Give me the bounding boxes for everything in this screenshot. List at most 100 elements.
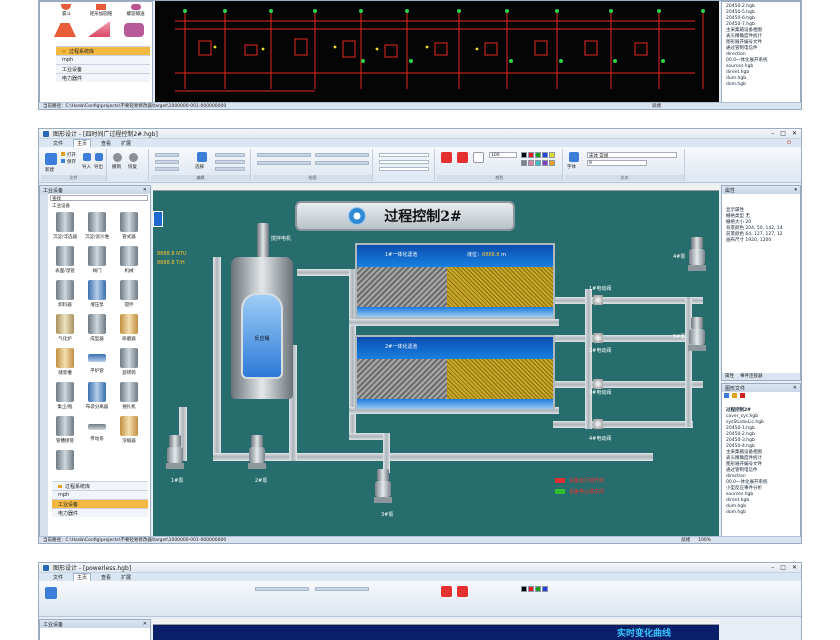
zoom-input[interactable]: 100 bbox=[489, 152, 517, 158]
pin-icon[interactable]: ▾ bbox=[794, 187, 797, 193]
library-item[interactable]: 增压泵 bbox=[82, 278, 112, 312]
library-item[interactable]: 捆扎机 bbox=[114, 380, 144, 414]
ribbon-group-edit: 选择 编辑 bbox=[151, 149, 251, 181]
category-power[interactable]: 电力器件 bbox=[56, 73, 150, 82]
library-search[interactable]: 查找 bbox=[50, 195, 148, 202]
maximize-icon[interactable]: □ bbox=[780, 564, 786, 571]
screw-item[interactable]: 螺旋输送 bbox=[123, 4, 149, 18]
new-icon[interactable] bbox=[45, 587, 57, 599]
import-icon[interactable] bbox=[83, 153, 91, 161]
tree-item[interactable]: dom.hgb bbox=[726, 82, 800, 88]
menu-home[interactable]: 主页 bbox=[73, 573, 92, 581]
library-item[interactable]: 研磨器 bbox=[114, 312, 144, 346]
undo-icon[interactable] bbox=[113, 153, 122, 162]
valve-2[interactable] bbox=[593, 333, 603, 343]
readout-unit: T/H bbox=[176, 260, 185, 266]
library-item[interactable]: 传动系 bbox=[82, 414, 112, 448]
close-icon[interactable]: ✕ bbox=[792, 564, 797, 571]
save-button[interactable]: 保存 bbox=[61, 159, 76, 165]
category-process[interactable]: 过程系统库 bbox=[52, 481, 148, 490]
help-icon[interactable]: ⏻ bbox=[787, 140, 791, 146]
library-item[interactable]: 搅拌 bbox=[114, 278, 144, 312]
trend-canvas[interactable]: 实时变化曲线 bbox=[153, 619, 719, 640]
close-icon[interactable]: ✕ bbox=[143, 621, 147, 627]
delete-icon[interactable] bbox=[740, 393, 745, 398]
tree-item[interactable]: dom.hgb bbox=[726, 510, 800, 516]
library-item[interactable]: 储浆槽 bbox=[50, 346, 80, 380]
font-name-field[interactable]: 宋体 常规 bbox=[587, 152, 677, 159]
library-item[interactable]: 集尘/瓶 bbox=[50, 380, 80, 414]
export-icon[interactable] bbox=[95, 153, 103, 161]
library-item[interactable]: 管式器 bbox=[114, 210, 144, 244]
library-item[interactable]: 卸料器 bbox=[50, 278, 80, 312]
category-process[interactable]: 过程系统库 bbox=[56, 46, 150, 55]
category-industrial[interactable]: 工业设备 bbox=[56, 64, 150, 73]
library-item[interactable]: 旋转筒 bbox=[114, 346, 144, 380]
library-title: 工业设备 bbox=[43, 187, 64, 194]
library-item[interactable]: 浓缩器 bbox=[114, 414, 144, 448]
line-color-swatch[interactable] bbox=[457, 586, 468, 597]
select-icon[interactable] bbox=[197, 152, 207, 162]
font-size-field[interactable]: 9 bbox=[587, 160, 647, 166]
library-item[interactable] bbox=[50, 448, 80, 482]
fill-color-swatch[interactable] bbox=[441, 152, 452, 163]
process-canvas[interactable]: 过程控制2# 8888.8 NTU 8888.8 T/H 反应桶 搅拌电机 1#… bbox=[153, 185, 719, 538]
category-power[interactable]: 电力器件 bbox=[52, 508, 148, 517]
redo-icon[interactable] bbox=[129, 153, 138, 162]
cone-item[interactable]: 矩形加圆锥 bbox=[88, 4, 114, 18]
library-item[interactable]: 沉淀/浮选器 bbox=[50, 210, 80, 244]
menu-file[interactable]: 文件 bbox=[53, 574, 63, 581]
filter-tank-1[interactable]: 1#一体化滤池 液位：8888.8 m bbox=[355, 243, 555, 319]
tab-properties[interactable]: 属性 bbox=[725, 373, 734, 380]
library-item[interactable]: 机械 bbox=[114, 244, 144, 278]
library-item[interactable]: 阀门 bbox=[82, 244, 112, 278]
pump-1[interactable] bbox=[166, 435, 184, 473]
agitator-motor[interactable] bbox=[257, 223, 269, 257]
library-item[interactable]: 管槽接管 bbox=[50, 414, 80, 448]
menu-home[interactable]: 主页 bbox=[73, 139, 92, 147]
library-item[interactable]: 气化炉 bbox=[50, 312, 80, 346]
close-icon[interactable]: ✕ bbox=[143, 187, 147, 193]
valve-4[interactable] bbox=[593, 419, 603, 429]
folder-icon[interactable] bbox=[732, 393, 737, 398]
funnel-item[interactable]: 漏斗 bbox=[53, 4, 79, 18]
library-item[interactable]: 平炉管 bbox=[82, 346, 112, 380]
category-mph[interactable]: mph bbox=[56, 55, 150, 64]
library-item-label: 捆扎机 bbox=[122, 405, 136, 410]
tab-events[interactable]: 事件连接器 bbox=[740, 373, 763, 380]
property-row[interactable]: 画布尺寸 1920, 1200 bbox=[726, 238, 800, 244]
pump-3[interactable] bbox=[374, 469, 392, 507]
pump-2[interactable] bbox=[248, 435, 266, 473]
reaction-tank[interactable]: 反应桶 bbox=[231, 257, 293, 399]
filter-tank-2[interactable]: 2#一体化滤池 bbox=[355, 335, 555, 411]
text-style-icon[interactable] bbox=[569, 152, 579, 162]
library-item[interactable]: 表面/湿管 bbox=[50, 244, 80, 278]
category-industrial[interactable]: 工业设备 bbox=[52, 499, 148, 508]
pump-4[interactable] bbox=[688, 237, 706, 275]
refresh-icon[interactable] bbox=[724, 393, 729, 398]
valve-1[interactable] bbox=[593, 295, 603, 305]
close-icon[interactable]: ✕ bbox=[793, 385, 797, 391]
close-icon[interactable]: ✕ bbox=[792, 130, 797, 137]
menu-file[interactable]: 文件 bbox=[53, 140, 63, 147]
menu-extend[interactable]: 扩展 bbox=[121, 140, 131, 147]
menu-view[interactable]: 查看 bbox=[101, 574, 111, 581]
menu-extend[interactable]: 扩展 bbox=[121, 574, 131, 581]
library-item[interactable]: 沉淀/泥沙堆 bbox=[82, 210, 112, 244]
valve-3[interactable] bbox=[593, 379, 603, 389]
new-icon[interactable] bbox=[45, 153, 57, 165]
maximize-icon[interactable]: □ bbox=[780, 130, 786, 137]
library-item[interactable]: 布袋分离器 bbox=[82, 380, 112, 414]
category-mph[interactable]: mph bbox=[52, 490, 148, 499]
line-color-swatch[interactable] bbox=[457, 152, 468, 163]
status-bar: 当前路径：C:\Hada\Config\projects\不要轻易修改器\tar… bbox=[39, 536, 801, 543]
open-button[interactable]: 打开 bbox=[61, 152, 76, 158]
minimize-icon[interactable]: – bbox=[771, 564, 774, 571]
top-schematic-canvas[interactable] bbox=[155, 1, 719, 104]
pump-5[interactable] bbox=[688, 317, 706, 355]
library-item[interactable]: 成型器 bbox=[82, 312, 112, 346]
bg-color-swatch[interactable] bbox=[473, 152, 484, 163]
fill-color-swatch[interactable] bbox=[441, 586, 452, 597]
minimize-icon[interactable]: – bbox=[771, 130, 774, 137]
menu-view[interactable]: 查看 bbox=[101, 140, 111, 147]
